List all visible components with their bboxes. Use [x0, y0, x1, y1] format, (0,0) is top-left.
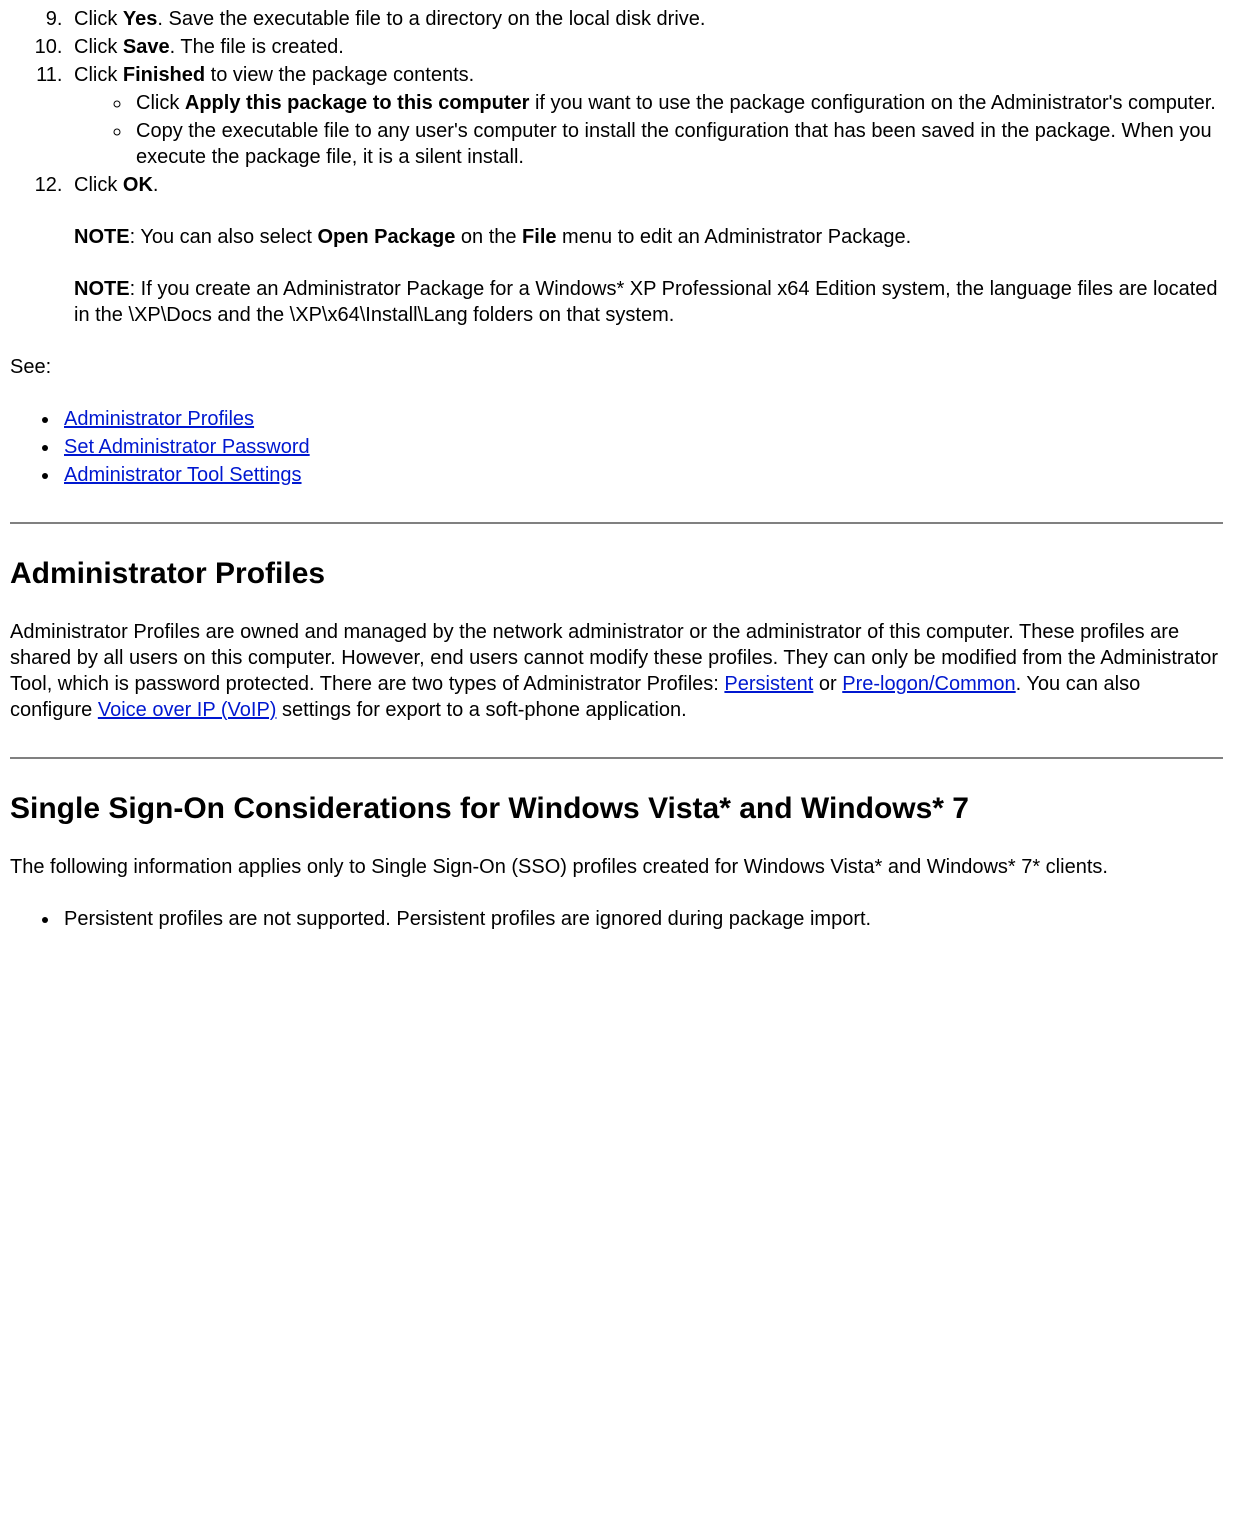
text: Click — [74, 174, 123, 196]
link-administrator-profiles[interactable]: Administrator Profiles — [64, 408, 254, 430]
divider — [10, 757, 1223, 759]
link-persistent[interactable]: Persistent — [724, 673, 813, 695]
list-item: Persistent profiles are not supported. P… — [60, 906, 1223, 932]
see-links-list: Administrator Profiles Set Administrator… — [10, 406, 1223, 488]
bold: Apply this package to this computer — [185, 92, 530, 114]
step-9: Click Yes. Save the executable file to a… — [68, 6, 1223, 32]
text: Copy the executable file to any user's c… — [136, 120, 1212, 168]
text: : You can also select — [130, 226, 318, 248]
text: Click — [74, 36, 123, 58]
text: . The file is created. — [170, 36, 344, 58]
note: NOTE: If you create an Administrator Pac… — [74, 276, 1223, 328]
note-label: NOTE — [74, 278, 130, 300]
text: settings for export to a soft-phone appl… — [276, 699, 686, 721]
step-11: Click Finished to view the package conte… — [68, 62, 1223, 170]
bold: Finished — [123, 64, 205, 86]
text: . Save the executable file to a director… — [157, 8, 705, 30]
sublist: Click Apply this package to this compute… — [74, 90, 1223, 170]
note: NOTE: You can also select Open Package o… — [74, 224, 1223, 250]
text: or — [813, 673, 842, 695]
list-item: Administrator Profiles — [60, 406, 1223, 432]
paragraph: Administrator Profiles are owned and man… — [10, 619, 1223, 723]
divider — [10, 522, 1223, 524]
text: . — [153, 174, 159, 196]
text: : If you create an Administrator Package… — [74, 278, 1218, 326]
list-item: Administrator Tool Settings — [60, 462, 1223, 488]
list-item: Set Administrator Password — [60, 434, 1223, 460]
text: Click — [74, 64, 123, 86]
text: on the — [455, 226, 522, 248]
see-label: See: — [10, 354, 1223, 380]
step-12: Click OK. NOTE: You can also select Open… — [68, 172, 1223, 328]
text: to view the package contents. — [205, 64, 474, 86]
step-10: Click Save. The file is created. — [68, 34, 1223, 60]
link-set-administrator-password[interactable]: Set Administrator Password — [64, 436, 310, 458]
instruction-list: Click Yes. Save the executable file to a… — [10, 6, 1223, 328]
text: if you want to use the package configura… — [529, 92, 1215, 114]
bold: Yes — [123, 8, 157, 30]
text: Click — [136, 92, 185, 114]
bold: Save — [123, 36, 170, 58]
bold: OK — [123, 174, 153, 196]
substep: Copy the executable file to any user's c… — [132, 118, 1223, 170]
heading-administrator-profiles: Administrator Profiles — [10, 554, 1223, 593]
link-voip[interactable]: Voice over IP (VoIP) — [98, 699, 277, 721]
link-pre-logon-common[interactable]: Pre-logon/Common — [842, 673, 1015, 695]
text: menu to edit an Administrator Package. — [557, 226, 912, 248]
link-administrator-tool-settings[interactable]: Administrator Tool Settings — [64, 464, 302, 486]
heading-sso-considerations: Single Sign-On Considerations for Window… — [10, 789, 1223, 828]
sso-list: Persistent profiles are not supported. P… — [10, 906, 1223, 932]
substep: Click Apply this package to this compute… — [132, 90, 1223, 116]
text: Persistent profiles are not supported. P… — [64, 908, 871, 930]
note-label: NOTE — [74, 226, 130, 248]
text: Click — [74, 8, 123, 30]
paragraph: The following information applies only t… — [10, 854, 1223, 880]
bold: Open Package — [317, 226, 455, 248]
bold: File — [522, 226, 556, 248]
